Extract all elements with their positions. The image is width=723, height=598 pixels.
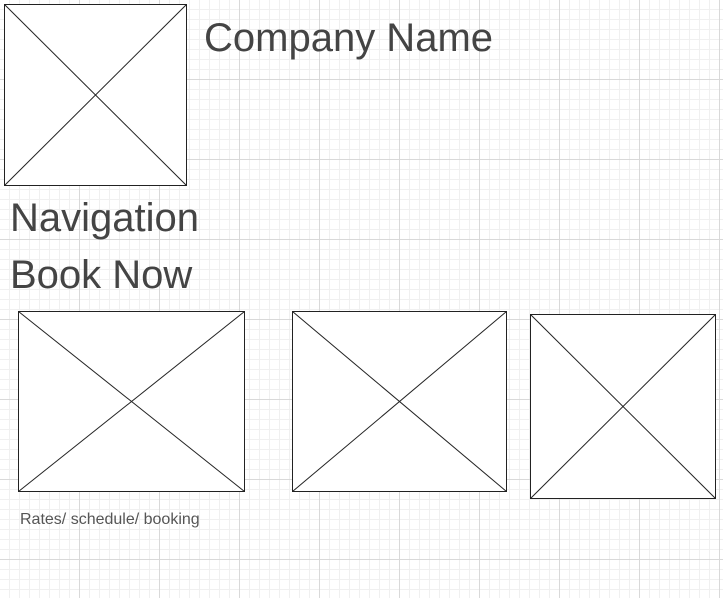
gallery-image-2 [292,311,507,492]
image-placeholder-icon [292,311,507,492]
navigation-label[interactable]: Navigation [10,194,199,242]
company-name: Company Name [204,16,494,60]
gallery-image-3 [530,314,716,499]
image-placeholder-icon [18,311,245,492]
rates-caption: Rates/ schedule/ booking [20,511,200,528]
logo-placeholder [4,4,187,186]
image-placeholder-icon [4,4,187,186]
gallery-image-1 [18,311,245,492]
book-now-link[interactable]: Book Now [10,251,192,299]
image-placeholder-icon [530,314,716,499]
